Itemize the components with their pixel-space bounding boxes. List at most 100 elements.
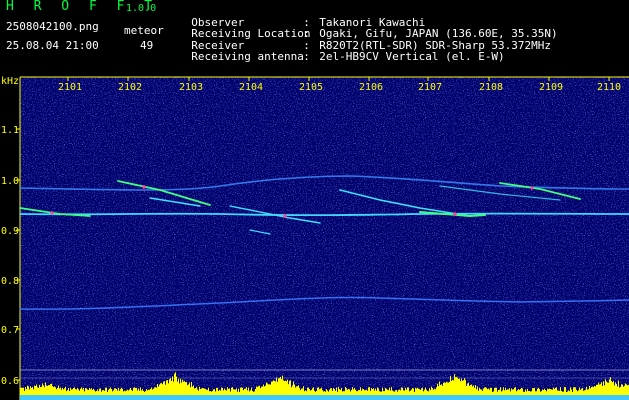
level-bar (106, 387, 107, 395)
level-base (589, 395, 590, 400)
level-bar (456, 376, 457, 395)
level-base (318, 395, 319, 400)
level-base (502, 395, 503, 400)
level-bar (160, 383, 161, 395)
level-bar (103, 390, 104, 395)
level-bar (381, 391, 382, 395)
level-base (326, 395, 327, 400)
level-base (470, 395, 471, 400)
level-bar (350, 391, 351, 395)
level-bar (156, 387, 157, 395)
level-base (476, 395, 477, 400)
level-bar (519, 389, 520, 395)
level-bar (490, 387, 491, 395)
level-bar (414, 391, 415, 395)
level-bar (349, 389, 350, 395)
level-bar (235, 389, 236, 395)
level-bar (117, 390, 118, 395)
level-base (586, 395, 587, 400)
level-base (237, 395, 238, 400)
level-base (212, 395, 213, 400)
level-base (229, 395, 230, 400)
level-bar (436, 387, 437, 395)
level-bar (416, 388, 417, 395)
level-bar (311, 390, 312, 395)
level-base (263, 395, 264, 400)
level-base (587, 395, 588, 400)
level-base (203, 395, 204, 400)
level-base (232, 395, 233, 400)
level-base (33, 395, 34, 400)
level-base (610, 395, 611, 400)
level-bar (47, 385, 48, 395)
level-bar (132, 390, 133, 395)
level-bar (401, 387, 402, 395)
level-base (566, 395, 567, 400)
level-base (105, 395, 106, 400)
level-bar (334, 388, 335, 395)
level-bar (509, 388, 510, 395)
level-base (165, 395, 166, 400)
level-base (393, 395, 394, 400)
level-base (495, 395, 496, 400)
level-bar (592, 386, 593, 395)
level-bar (149, 389, 150, 395)
level-base (70, 395, 71, 400)
level-bar (42, 383, 43, 395)
level-bar (435, 389, 436, 395)
level-bar (474, 387, 475, 395)
level-bar (159, 384, 160, 395)
level-bar (189, 382, 190, 395)
level-bar (153, 388, 154, 395)
level-base (537, 395, 538, 400)
level-bar (271, 381, 272, 395)
level-base (576, 395, 577, 400)
level-base (376, 395, 377, 400)
level-bar (36, 384, 37, 395)
level-bar (599, 384, 600, 395)
level-base (409, 395, 410, 400)
level-bar (420, 389, 421, 395)
level-bar (175, 372, 176, 395)
level-base (426, 395, 427, 400)
level-base (32, 395, 33, 400)
level-bar (221, 387, 222, 395)
level-base (180, 395, 181, 400)
level-bar (470, 385, 471, 395)
level-bar (570, 387, 571, 395)
level-bar (610, 377, 611, 395)
level-bar (244, 388, 245, 395)
level-base (90, 395, 91, 400)
level-base (595, 395, 596, 400)
level-bar (115, 388, 116, 395)
x-tick-label: 2106 (359, 82, 383, 93)
level-bar (438, 386, 439, 395)
level-bar (376, 390, 377, 395)
level-bar (32, 387, 33, 395)
level-bar (600, 384, 601, 395)
level-base (413, 395, 414, 400)
level-bar (512, 389, 513, 395)
level-base (438, 395, 439, 400)
level-base (213, 395, 214, 400)
level-bar (138, 388, 139, 395)
level-base (288, 395, 289, 400)
level-base (257, 395, 258, 400)
level-base (95, 395, 96, 400)
level-base (609, 395, 610, 400)
level-base (225, 395, 226, 400)
level-base (512, 395, 513, 400)
level-base (281, 395, 282, 400)
level-base (414, 395, 415, 400)
level-bar (502, 390, 503, 395)
level-bar (484, 387, 485, 395)
level-bar (68, 387, 69, 395)
level-bar (582, 388, 583, 395)
level-base (403, 395, 404, 400)
level-bar (387, 389, 388, 395)
level-bar (34, 385, 35, 395)
level-base (303, 395, 304, 400)
level-base (46, 395, 47, 400)
level-bar (286, 381, 287, 395)
level-base (401, 395, 402, 400)
